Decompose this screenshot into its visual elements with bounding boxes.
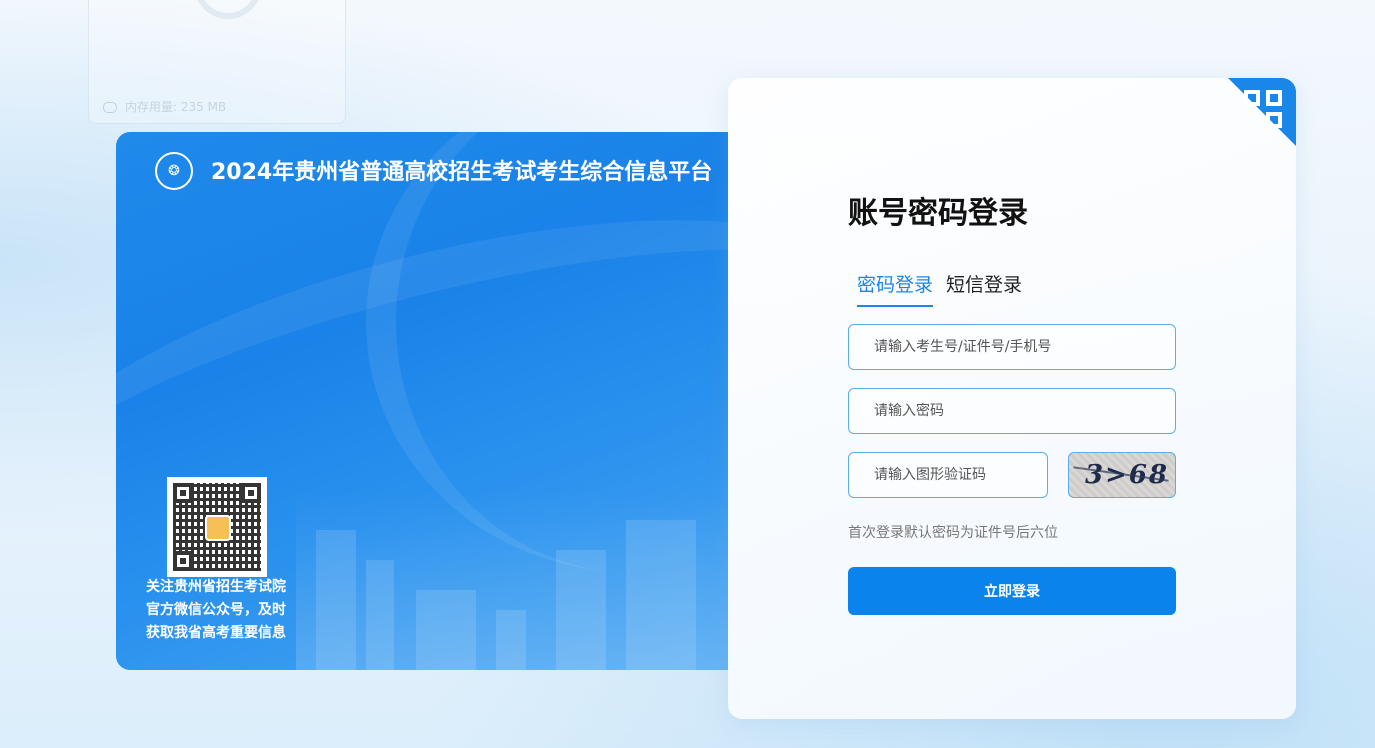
guizhou-exam-logo-icon: ❂ bbox=[155, 152, 193, 190]
qr-caption-line: 获取我省高考重要信息 bbox=[146, 625, 286, 641]
ghost-memory-label: 内存用量: 235 MB bbox=[125, 100, 227, 114]
captcha-image[interactable]: 3>68 bbox=[1068, 452, 1176, 498]
login-title: 账号密码登录 bbox=[848, 196, 1028, 231]
city-skyline-decoration bbox=[296, 490, 728, 670]
tab-password-login[interactable]: 密码登录 bbox=[857, 270, 934, 307]
password-input[interactable] bbox=[848, 388, 1176, 434]
login-button[interactable]: 立即登录 bbox=[848, 567, 1176, 615]
qr-center-logo-icon bbox=[205, 515, 231, 541]
platform-title: 2024年贵州省普通高校招生考试考生综合信息平台 bbox=[211, 160, 713, 185]
login-panel: 账号密码登录 密码登录 短信登录 3>68 首次登录默认密码为证件号后六位 立即… bbox=[728, 78, 1296, 719]
cloud-icon bbox=[103, 102, 117, 113]
background-ghost-card: 内存用量: 235 MB bbox=[88, 0, 346, 124]
qr-code-icon bbox=[1240, 88, 1286, 134]
ghost-circle-icon bbox=[194, 0, 262, 19]
account-input[interactable] bbox=[848, 324, 1176, 370]
ghost-memory-text: 内存用量: 235 MB bbox=[103, 98, 226, 115]
captcha-input[interactable] bbox=[848, 452, 1048, 498]
qr-caption: 关注贵州省招生考试院 官方微信公众号，及时 获取我省高考重要信息 bbox=[136, 576, 296, 645]
tab-sms-login[interactable]: 短信登录 bbox=[946, 270, 1022, 305]
promo-banner: ❂ 2024年贵州省普通高校招生考试考生综合信息平台 关注贵州省招生考试院 官方… bbox=[116, 132, 728, 670]
qr-caption-line: 官方微信公众号，及时 bbox=[146, 602, 286, 618]
qr-login-toggle[interactable] bbox=[1228, 78, 1296, 146]
wechat-qr-code bbox=[167, 477, 267, 577]
default-password-hint: 首次登录默认密码为证件号后六位 bbox=[848, 525, 1058, 541]
qr-caption-line: 关注贵州省招生考试院 bbox=[146, 579, 286, 595]
